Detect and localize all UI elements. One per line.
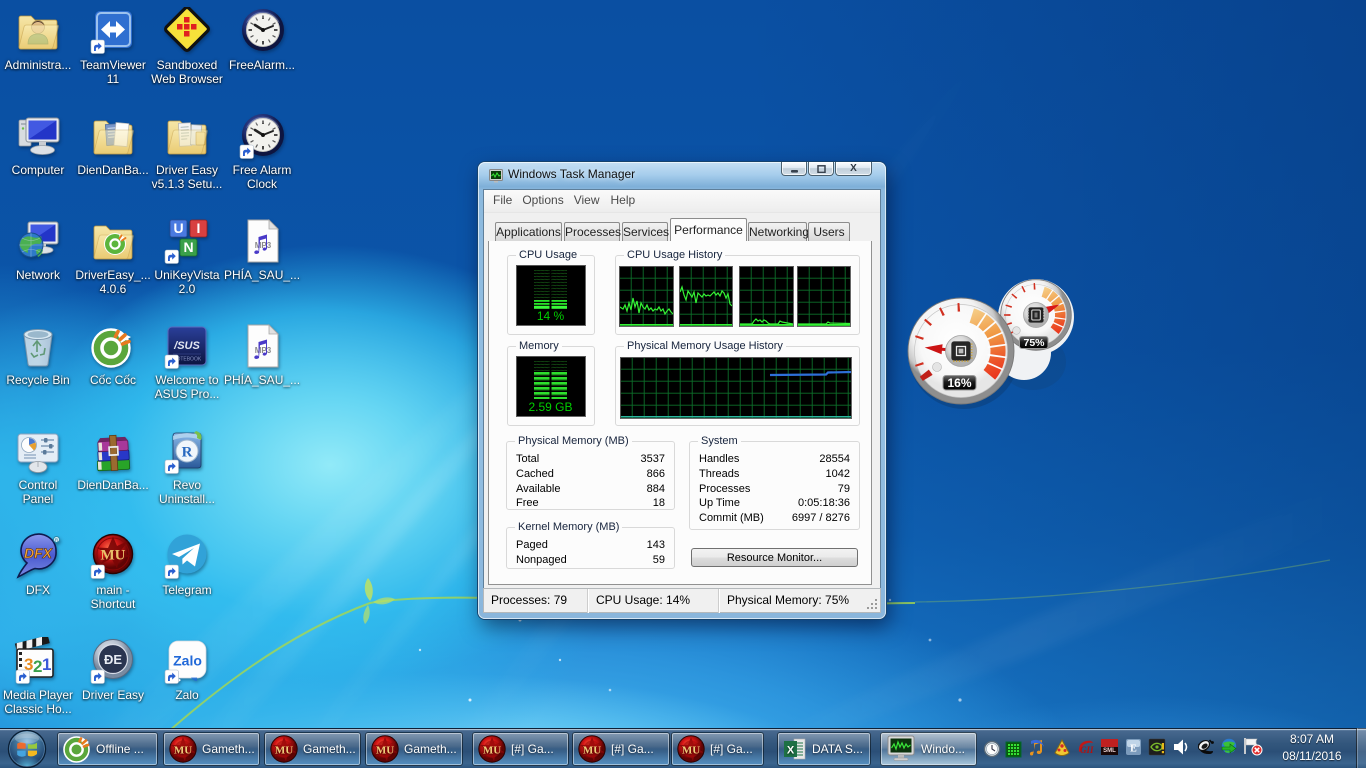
svg-text:SML: SML xyxy=(1103,748,1116,754)
svg-text:N: N xyxy=(183,239,193,255)
svg-text:E: E xyxy=(1130,744,1137,755)
svg-text:1: 1 xyxy=(42,655,51,674)
svg-text:Zalo: Zalo xyxy=(173,653,202,669)
svg-text:14 %: 14 % xyxy=(537,309,565,323)
svg-text:MU: MU xyxy=(174,745,192,757)
svg-text:U: U xyxy=(173,220,183,236)
svg-text:MU: MU xyxy=(682,745,700,757)
svg-text:MU: MU xyxy=(101,548,126,564)
svg-text:DFX: DFX xyxy=(24,545,54,561)
svg-text:GII: GII xyxy=(1080,745,1094,755)
svg-text:/SUS: /SUS xyxy=(173,340,200,352)
svg-text:16%: 16% xyxy=(947,376,971,390)
svg-text:R: R xyxy=(182,445,193,461)
svg-text:MU: MU xyxy=(376,745,394,757)
svg-text:I: I xyxy=(197,220,201,236)
svg-text:MU: MU xyxy=(483,745,501,757)
svg-text:MU: MU xyxy=(275,745,293,757)
svg-text:ĐE: ĐE xyxy=(104,652,122,667)
svg-text:X: X xyxy=(787,745,795,757)
svg-text:MU: MU xyxy=(583,745,601,757)
svg-text:75%: 75% xyxy=(1023,337,1045,349)
svg-text:2.59 GB: 2.59 GB xyxy=(528,400,572,414)
